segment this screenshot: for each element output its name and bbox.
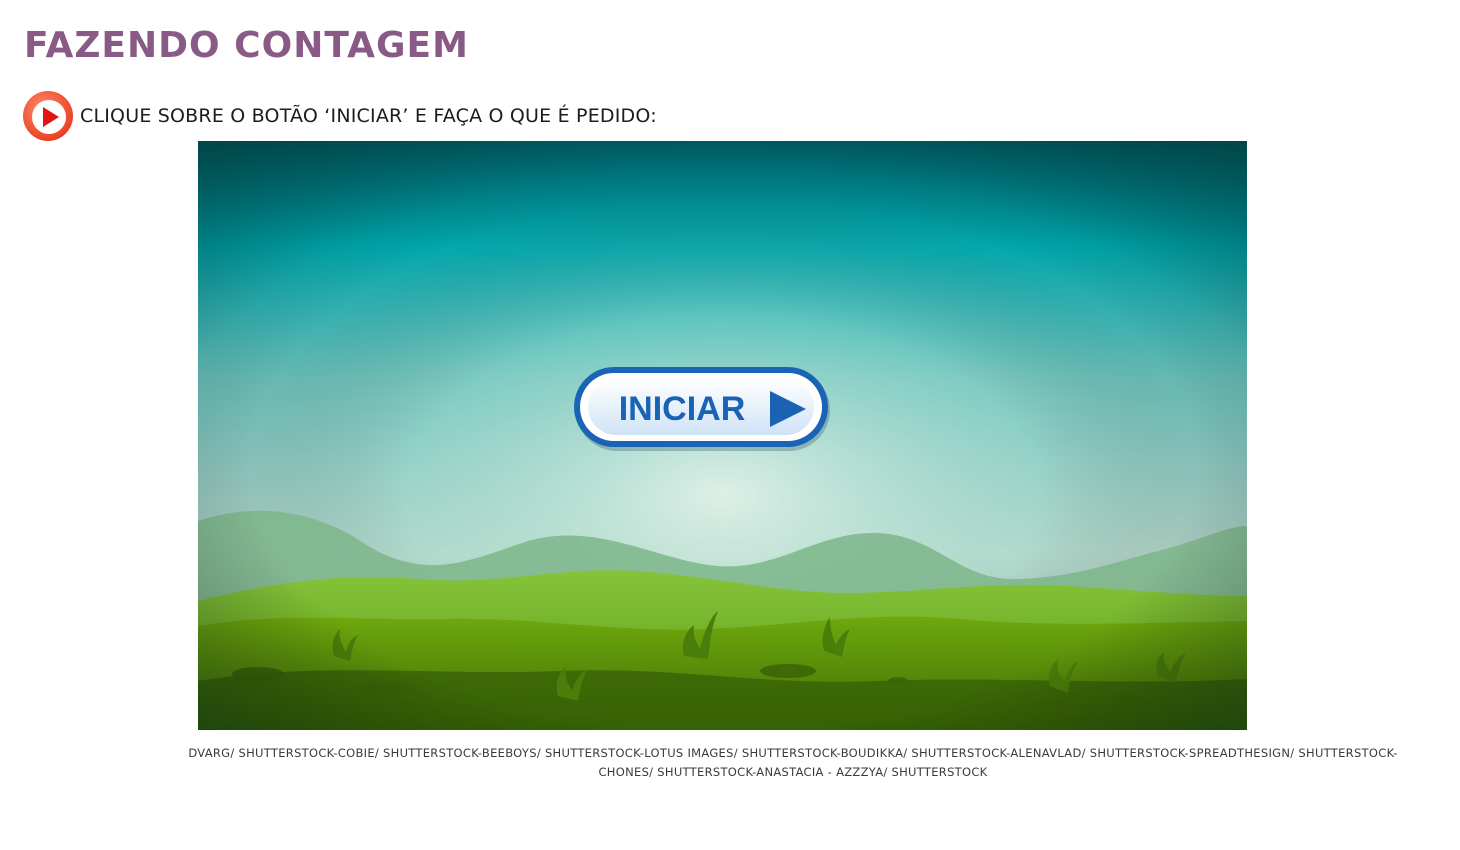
start-button-label[interactable]: INICIAR xyxy=(619,390,746,428)
play-circle-icon xyxy=(23,91,73,141)
game-stage: INICIAR xyxy=(198,141,1247,730)
image-credits: DVARG/ SHUTTERSTOCK-COBIE/ SHUTTERSTOCK-… xyxy=(176,744,1410,782)
page-title: FAZENDO CONTAGEM xyxy=(24,25,469,66)
instruction-row: CLIQUE SOBRE O BOTÃO ‘INICIAR’ E FAÇA O … xyxy=(22,90,657,142)
game-background: INICIAR xyxy=(198,141,1247,730)
credits-line: CHONES/ SHUTTERSTOCK-ANASTACIA - AZZZYA/… xyxy=(598,765,988,779)
instruction-text: CLIQUE SOBRE O BOTÃO ‘INICIAR’ E FAÇA O … xyxy=(80,105,657,127)
start-button[interactable]: INICIAR xyxy=(574,367,830,451)
credits-line: DVARG/ SHUTTERSTOCK-COBIE/ SHUTTERSTOCK-… xyxy=(188,746,1398,760)
